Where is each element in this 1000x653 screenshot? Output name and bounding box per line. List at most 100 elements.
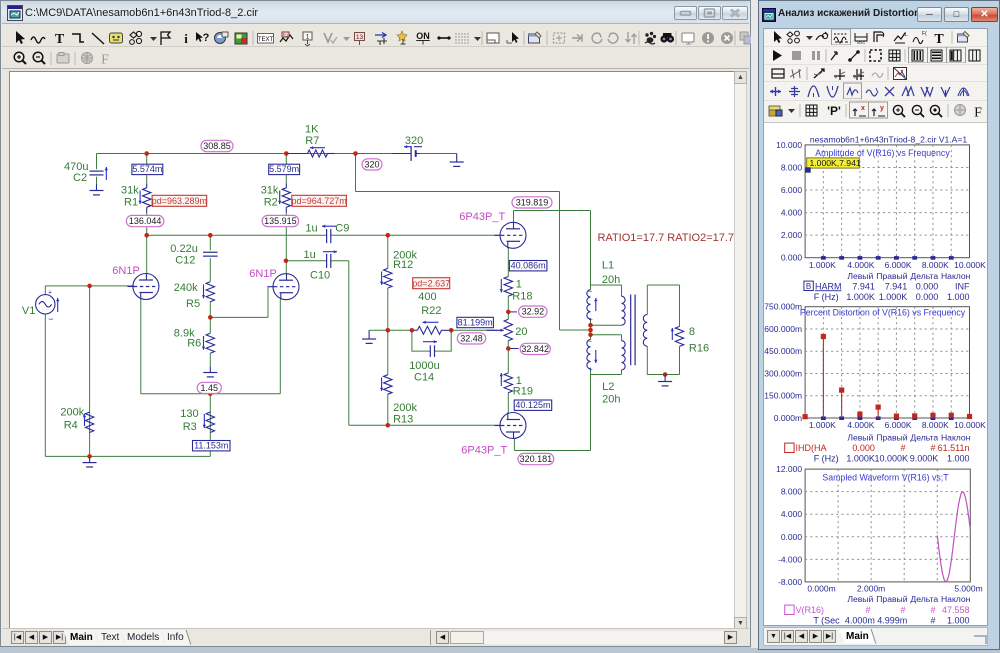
svg-text:300.000m: 300.000m — [764, 368, 802, 378]
svg-text:10.000K: 10.000K — [874, 454, 908, 464]
svg-text:R2: R2 — [264, 196, 278, 208]
svg-text:40.086m: 40.086m — [511, 261, 546, 271]
svg-text:9.000K: 9.000K — [910, 454, 939, 464]
svg-text:12.000: 12.000 — [776, 464, 802, 474]
svg-text:2.000: 2.000 — [781, 230, 803, 240]
svg-text:pd=964.727m: pd=964.727m — [291, 196, 346, 206]
svg-text:0.000m: 0.000m — [807, 584, 835, 594]
svg-text:10.000: 10.000 — [776, 140, 802, 150]
svg-text:Правый: Правый — [876, 594, 907, 604]
svg-text:C9: C9 — [335, 223, 349, 235]
svg-text:R19: R19 — [513, 386, 533, 398]
svg-text:C10: C10 — [310, 270, 330, 282]
svg-text:135.915: 135.915 — [264, 216, 297, 226]
svg-text:R22: R22 — [421, 305, 441, 317]
svg-text:320: 320 — [364, 159, 379, 169]
svg-text:6N1P: 6N1P — [112, 265, 140, 277]
svg-text:#: # — [930, 443, 935, 453]
svg-text:i: i — [184, 31, 188, 46]
svg-text:0.000: 0.000 — [916, 292, 939, 302]
svg-text:8.000: 8.000 — [781, 162, 803, 172]
svg-text:V(R16): V(R16) — [796, 605, 825, 615]
svg-text:R6: R6 — [187, 337, 201, 349]
svg-text:1u: 1u — [305, 223, 317, 235]
svg-text:11.153m: 11.153m — [194, 441, 228, 451]
svg-text:6N1P: 6N1P — [249, 268, 277, 280]
svg-text:F(): F() — [922, 31, 929, 37]
svg-text:Sampled Waveform V(R16) vs;T: Sampled Waveform V(R16) vs;T — [822, 473, 949, 483]
svg-text:ON: ON — [416, 31, 430, 41]
svg-text:1.000K: 1.000K — [809, 260, 836, 270]
svg-text:Левый: Левый — [847, 432, 873, 442]
svg-text:0.000: 0.000 — [852, 443, 875, 453]
svg-text:L2: L2 — [602, 381, 614, 393]
svg-text:4.999m: 4.999m — [877, 616, 907, 625]
svg-text:8: 8 — [689, 326, 695, 338]
svg-text:32.842: 32.842 — [521, 344, 549, 354]
svg-text:Наклон: Наклон — [941, 432, 971, 442]
svg-text:6.000K: 6.000K — [885, 260, 912, 270]
svg-text:Правый: Правый — [876, 432, 907, 442]
svg-text:−: − — [48, 314, 53, 324]
svg-text:R4: R4 — [64, 420, 78, 432]
svg-text:1.000: 1.000 — [947, 292, 970, 302]
svg-text:HARM: HARM — [815, 281, 842, 291]
svg-text:4.000m: 4.000m — [845, 616, 875, 625]
svg-text:10.000K: 10.000K — [954, 420, 986, 430]
svg-text:1.0: 1.0 — [904, 32, 911, 38]
svg-text:#: # — [900, 605, 905, 615]
svg-text:81.199m: 81.199m — [458, 317, 493, 327]
svg-text:Дельта: Дельта — [910, 594, 938, 604]
svg-text:4.000K: 4.000K — [847, 420, 874, 430]
svg-text:1.000K,7.941: 1.000K,7.941 — [810, 158, 861, 168]
svg-text:6.000K: 6.000K — [885, 420, 912, 430]
svg-text:Левый: Левый — [847, 594, 873, 604]
svg-text:1.45: 1.45 — [201, 383, 219, 393]
svg-text:20h: 20h — [602, 394, 620, 406]
svg-text:4.000K: 4.000K — [847, 260, 874, 270]
svg-text:Amplitude of V(R16) vs Frequen: Amplitude of V(R16) vs Frequency — [815, 148, 950, 158]
svg-text:R7: R7 — [305, 135, 319, 147]
svg-text:Наклон: Наклон — [941, 594, 971, 604]
svg-text:130: 130 — [180, 408, 198, 420]
svg-text:R13: R13 — [393, 414, 413, 426]
svg-text:1.000K: 1.000K — [879, 292, 908, 302]
svg-text:61.511n: 61.511n — [938, 443, 970, 453]
svg-text:8.000K: 8.000K — [922, 420, 949, 430]
svg-text:20h: 20h — [602, 274, 620, 286]
svg-text:0.000m: 0.000m — [774, 413, 802, 423]
svg-text:Дельта: Дельта — [910, 271, 938, 281]
svg-text:6.000: 6.000 — [781, 185, 803, 195]
svg-text:1.000: 1.000 — [947, 616, 970, 625]
svg-text:0.000: 0.000 — [916, 281, 939, 291]
svg-text:6P43P_T: 6P43P_T — [461, 444, 507, 456]
svg-text:0.22u: 0.22u — [170, 243, 198, 255]
svg-text:R5: R5 — [186, 298, 200, 310]
svg-text:20: 20 — [515, 326, 527, 338]
svg-text:C14: C14 — [414, 372, 434, 384]
svg-text:+: + — [48, 289, 52, 296]
svg-text:nesamob6n1+6n43nTriod-8_2.cir: nesamob6n1+6n43nTriod-8_2.cir V1.A=1 — [810, 134, 968, 144]
svg-text:8.000: 8.000 — [781, 487, 803, 497]
svg-text:R16: R16 — [689, 342, 709, 354]
svg-text:T: T — [934, 32, 944, 45]
svg-text:pd=963.289m: pd=963.289m — [152, 196, 207, 206]
svg-text:1.000K: 1.000K — [846, 454, 875, 464]
svg-text:750.000m: 750.000m — [764, 302, 802, 312]
svg-text:+: + — [589, 367, 593, 374]
svg-text:1.000: 1.000 — [947, 454, 970, 464]
svg-text:T: T — [55, 32, 65, 47]
svg-text:VDC: VDC — [857, 40, 866, 45]
svg-text:320: 320 — [405, 135, 423, 147]
svg-text:F: F — [974, 106, 982, 121]
svg-text:8.000K: 8.000K — [922, 260, 949, 270]
svg-text:200k: 200k — [393, 402, 417, 414]
svg-text:32.48: 32.48 — [460, 333, 483, 343]
svg-text:1.000K: 1.000K — [809, 420, 836, 430]
svg-text:40.125m: 40.125m — [515, 400, 550, 410]
svg-text:R1: R1 — [283, 32, 289, 37]
svg-text:320.181: 320.181 — [520, 454, 553, 464]
svg-text:Наклон: Наклон — [941, 271, 971, 281]
svg-text:200k: 200k — [60, 407, 84, 419]
svg-text:#: # — [865, 605, 870, 615]
